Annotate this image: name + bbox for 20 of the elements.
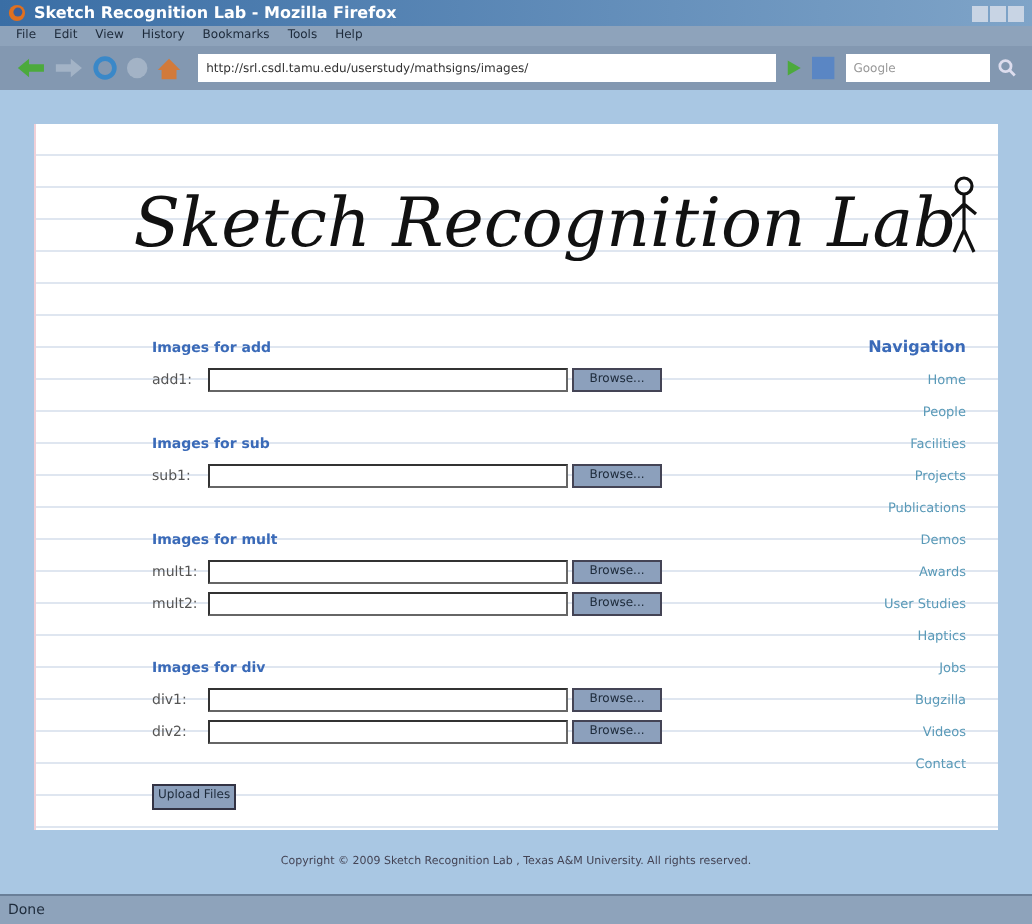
file-path-field[interactable] [208,368,568,392]
file-path-field[interactable] [208,560,568,584]
close-button[interactable] [1008,5,1024,21]
back-icon[interactable] [16,56,46,80]
window-title: Sketch Recognition Lab - Mozilla Firefox [34,5,397,21]
site-logo: Sketch Recognition Lab [133,190,957,258]
navigation-heading: Navigation [868,336,966,360]
go-icon[interactable] [784,58,804,78]
reload-icon[interactable] [91,54,118,82]
minimize-button[interactable] [972,5,988,21]
file-path-field[interactable] [208,688,568,712]
stop-icon[interactable] [125,56,149,80]
browser-logo-icon [8,4,26,22]
maximize-button[interactable] [990,5,1006,21]
file-path-field[interactable] [208,464,568,488]
home-icon[interactable] [156,55,183,81]
file-path-field[interactable] [208,720,568,744]
file-path-field[interactable] [208,592,568,616]
forward-icon[interactable] [53,56,84,80]
search-icon[interactable] [997,58,1017,78]
